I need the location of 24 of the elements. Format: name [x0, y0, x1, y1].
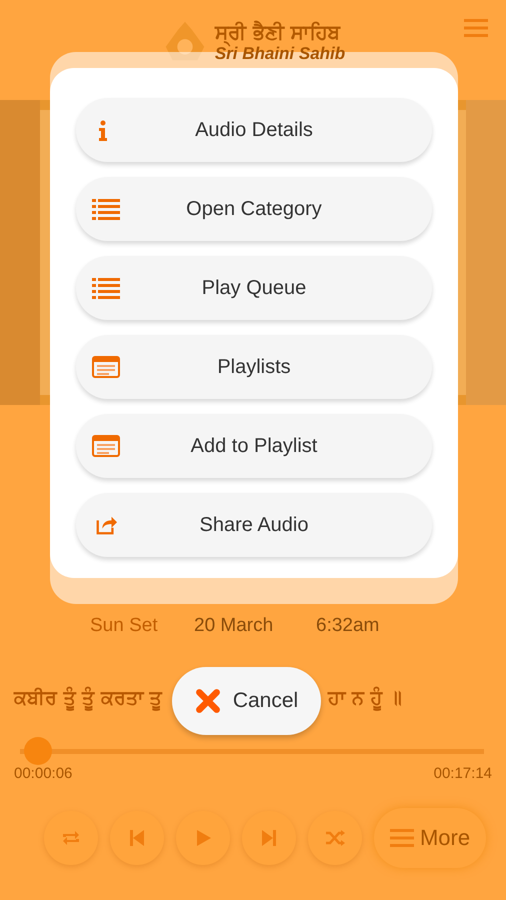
- menu-item[interactable]: Share Audio: [76, 493, 432, 557]
- app-title: ਸ੍ਰੀ ਭੈਣੀ ਸਾਹਿਬ: [214, 20, 346, 44]
- sun-date: 20 March: [194, 615, 274, 637]
- menu-icon[interactable]: [464, 18, 488, 38]
- menu-item[interactable]: Open Category: [76, 177, 432, 241]
- verse-text: ਕਬੀਰ ਤੂੰ ਤੂੰ ਕਰਤਾ ਤੂ: [14, 687, 162, 709]
- sun-time: 6:32am: [316, 615, 380, 637]
- card-icon: [92, 356, 120, 378]
- list-icon: [92, 198, 120, 220]
- menu-item[interactable]: Play Queue: [76, 256, 432, 320]
- info-icon: [98, 118, 108, 142]
- card-icon: [92, 435, 120, 457]
- verse-text: ਹਾ ਨ ਹੂੰ ॥: [328, 687, 402, 709]
- cancel-button[interactable]: Cancel: [172, 667, 321, 735]
- menu-item[interactable]: Audio Details: [76, 98, 432, 162]
- menu-item[interactable]: Add to Playlist: [76, 414, 432, 478]
- menu-item[interactable]: Playlists: [76, 335, 432, 399]
- sun-label: Sun Set: [90, 615, 159, 637]
- menu-icon: [390, 828, 414, 848]
- total-time: 00:17:14: [434, 765, 492, 782]
- close-icon: [194, 688, 221, 714]
- list-icon: [92, 277, 120, 299]
- seek-thumb[interactable]: [24, 737, 52, 765]
- elapsed-time: 00:00:06: [14, 765, 72, 782]
